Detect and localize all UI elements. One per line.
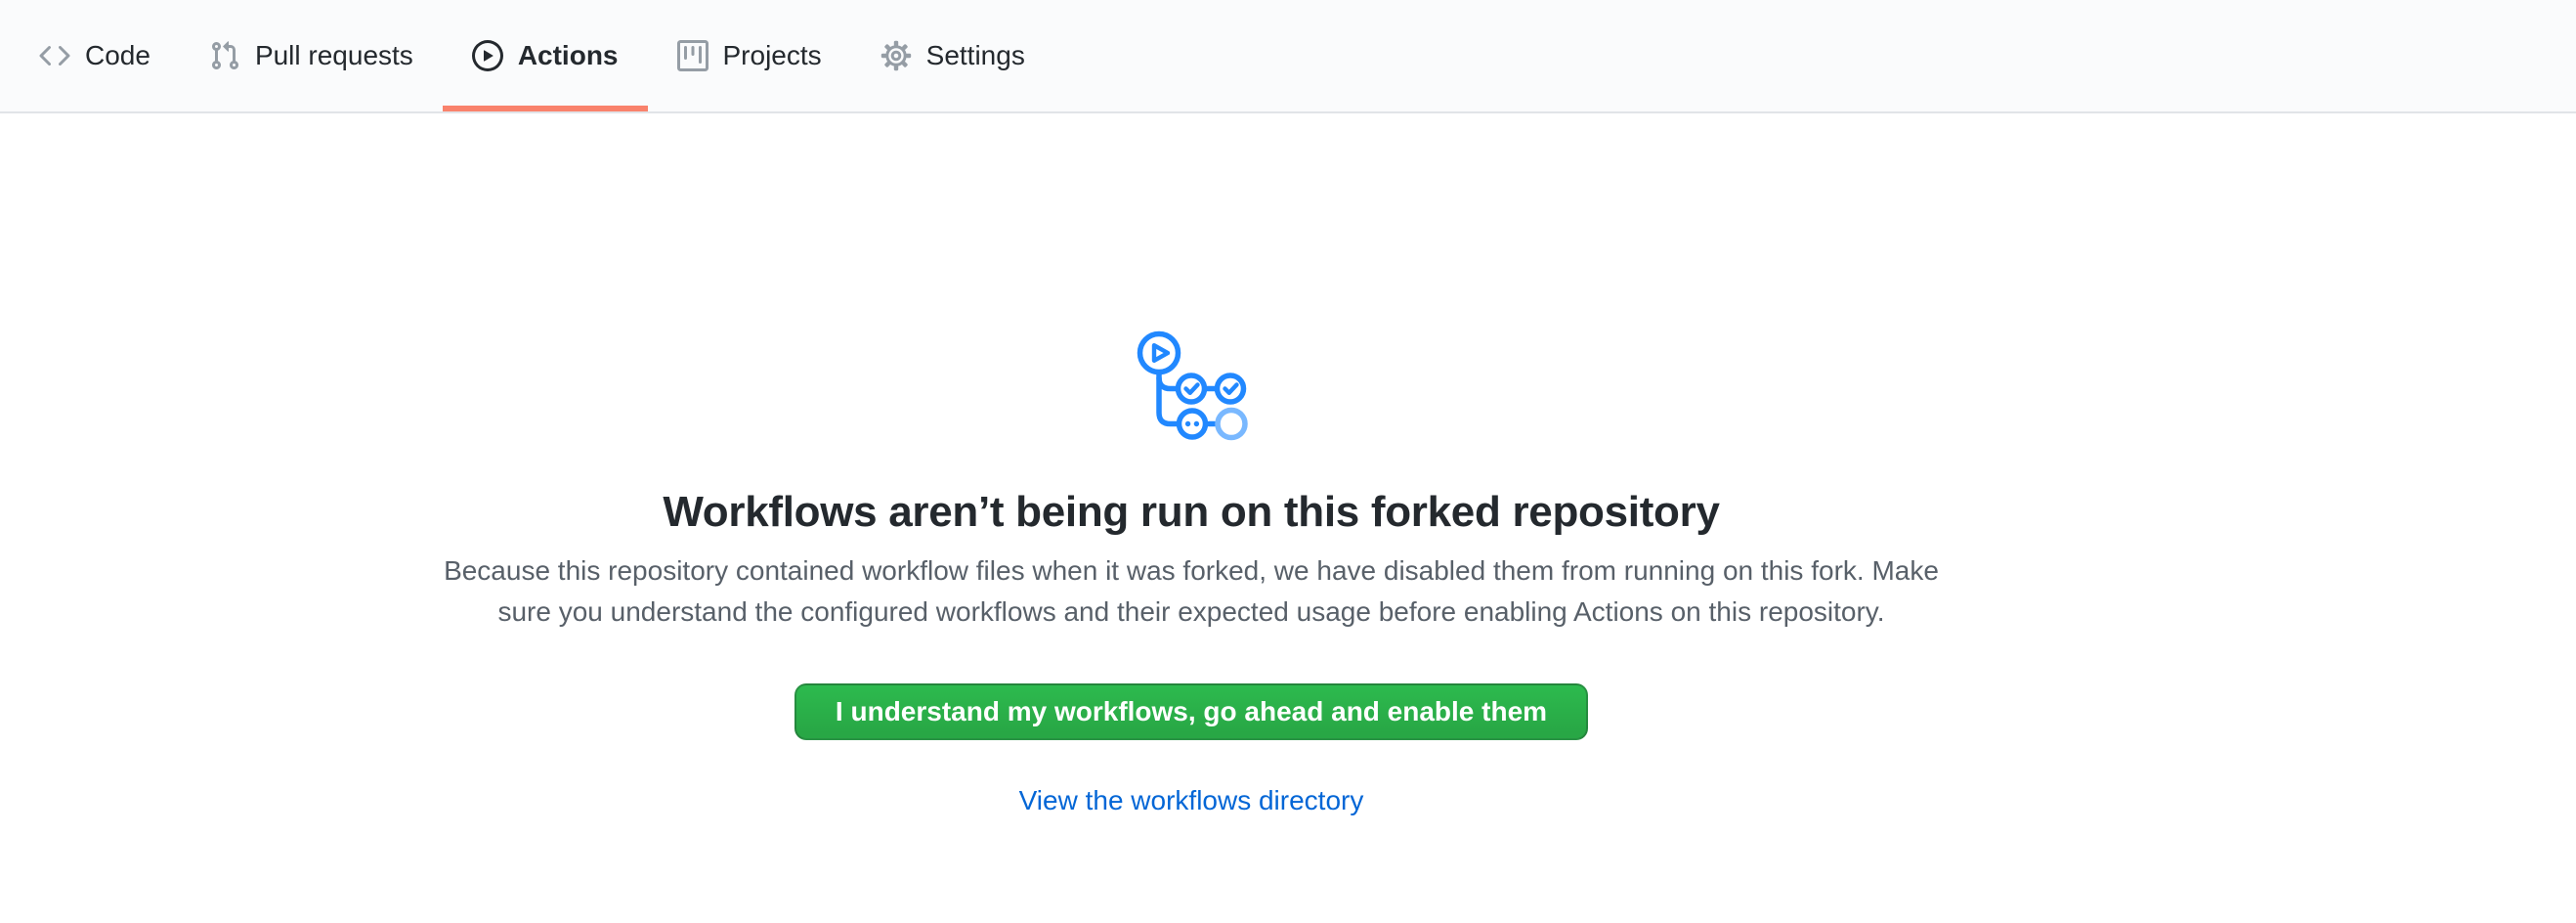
actions-page: Code Pull requests Actions Projects (0, 0, 2576, 923)
workflow-graph-icon (1135, 329, 1248, 442)
tab-actions-label: Actions (518, 42, 619, 69)
tab-settings[interactable]: Settings (851, 0, 1054, 111)
tab-pull-requests[interactable]: Pull requests (180, 0, 443, 111)
center-stage: Workflows aren’t being run on this forke… (0, 113, 2383, 816)
page-title: Workflows aren’t being run on this forke… (0, 488, 2383, 537)
play-circle-icon (472, 40, 503, 71)
workflows-disabled-blankslate: Workflows aren’t being run on this forke… (0, 113, 2383, 816)
tab-code-label: Code (85, 42, 150, 69)
git-pull-request-icon (209, 40, 240, 71)
description-line-1: Because this repository contained workfl… (0, 550, 2383, 592)
main-content: Workflows aren’t being run on this forke… (0, 113, 2576, 816)
project-board-icon (677, 40, 708, 71)
link-row: View the workflows directory (0, 740, 2383, 816)
enable-workflows-button[interactable]: I understand my workflows, go ahead and … (794, 683, 1588, 740)
tab-code[interactable]: Code (10, 0, 180, 111)
repo-nav: Code Pull requests Actions Projects (0, 0, 2576, 113)
tab-projects-label: Projects (723, 42, 822, 69)
view-workflows-directory-link[interactable]: View the workflows directory (1019, 785, 1364, 816)
gear-icon (880, 40, 912, 71)
tab-actions[interactable]: Actions (443, 0, 648, 111)
button-row: I understand my workflows, go ahead and … (0, 633, 2383, 740)
tab-projects[interactable]: Projects (648, 0, 851, 111)
tab-pull-requests-label: Pull requests (255, 42, 413, 69)
description-line-2: sure you understand the configured workf… (0, 592, 2383, 633)
code-icon (39, 40, 70, 71)
description-text: Because this repository contained workfl… (0, 550, 2383, 633)
tab-settings-label: Settings (926, 42, 1025, 69)
